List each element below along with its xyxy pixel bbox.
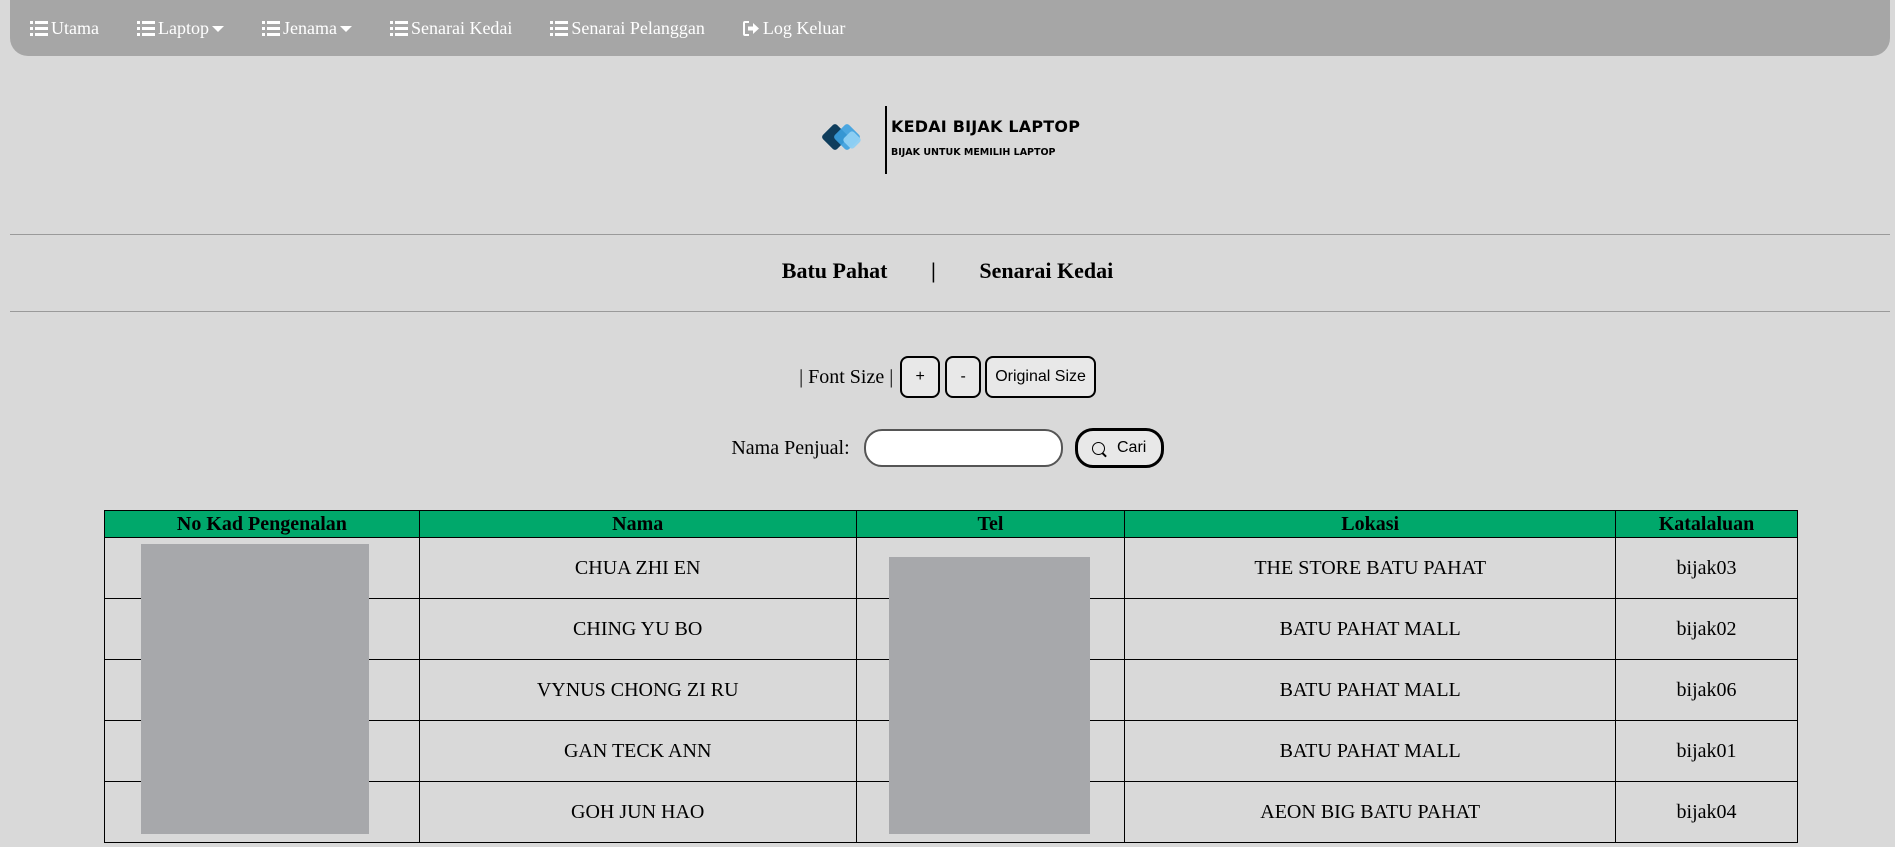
nav-senarai-kedai-label: Senarai Kedai — [410, 17, 513, 38]
header-lokasi: Lokasi — [1124, 510, 1617, 538]
nav-jenama-dropdown[interactable]: Jenama — [261, 17, 352, 39]
nama-cell: GAN TECK ANN — [418, 720, 857, 782]
katalaluan-cell: bijak04 — [1615, 781, 1798, 843]
header-ic: No Kad Pengenalan — [104, 510, 420, 538]
logo-title: KEDAI BIJAK LAPTOP — [891, 117, 1081, 136]
nav-senarai-kedai[interactable]: Senarai Kedai — [389, 17, 513, 39]
diamond-logo-icon — [822, 124, 861, 150]
nav-laptop-dropdown[interactable]: Laptop — [136, 17, 224, 39]
katalaluan-cell: bijak06 — [1615, 659, 1798, 721]
lokasi-cell: THE STORE BATU PAHAT — [1124, 537, 1617, 599]
lokasi-cell: AEON BIG BATU PAHAT — [1124, 781, 1617, 843]
nav-senarai-pelanggan[interactable]: Senarai Pelanggan — [550, 17, 705, 39]
search-icon — [1091, 441, 1105, 455]
redaction-tel — [889, 557, 1090, 834]
nama-cell: CHING YU BO — [418, 598, 857, 660]
nav-utama[interactable]: Utama — [30, 18, 99, 39]
nav-jenama-label: Jenama — [282, 17, 337, 38]
katalaluan-cell: bijak03 — [1615, 537, 1798, 599]
list-icon — [30, 20, 48, 36]
list-icon — [550, 20, 569, 36]
caret-down-icon — [211, 26, 224, 32]
logo-subtitle: BIJAK UNTUK MEMILIH LAPTOP — [891, 147, 1056, 158]
top-navbar: Utama Laptop Jenama Senarai Kedai Senara… — [10, 0, 1890, 56]
list-icon — [389, 20, 408, 36]
header-nama: Nama — [418, 510, 857, 538]
search-label: Nama Penjual: — [731, 436, 850, 459]
katalaluan-cell: bijak02 — [1615, 598, 1798, 660]
subnav-separator: | — [931, 258, 936, 283]
font-size-label: | Font Size | — [799, 365, 894, 388]
header-katalaluan: Katalaluan — [1615, 510, 1798, 538]
search-input[interactable] — [863, 429, 1063, 467]
search-button-label: Cari — [1116, 439, 1147, 456]
divider-bottom — [10, 311, 1890, 312]
nama-cell: GOH JUN HAO — [418, 781, 857, 843]
lokasi-cell: BATU PAHAT MALL — [1124, 659, 1617, 721]
nav-utama-label: Utama — [51, 17, 99, 38]
search-button[interactable]: Cari — [1074, 428, 1164, 468]
subnav: Batu Pahat | Senarai Kedai — [0, 258, 1895, 284]
redaction-ic — [141, 544, 369, 834]
brand-logo: KEDAI BIJAK LAPTOP BIJAK UNTUK MEMILIH L… — [815, 103, 1080, 177]
header-tel: Tel — [855, 510, 1126, 538]
nav-senarai-pelanggan-label: Senarai Pelanggan — [571, 17, 705, 38]
logout-icon — [742, 20, 759, 36]
nav-laptop-label: Laptop — [157, 17, 209, 38]
list-icon — [136, 20, 155, 36]
font-decrease-button[interactable]: - — [945, 356, 982, 398]
list-icon — [261, 20, 280, 36]
search-bar: Nama Penjual: Cari — [0, 428, 1895, 468]
lokasi-cell: BATU PAHAT MALL — [1124, 720, 1617, 782]
lokasi-cell: BATU PAHAT MALL — [1124, 598, 1617, 660]
katalaluan-cell: bijak01 — [1615, 720, 1798, 782]
nav-log-keluar[interactable]: Log Keluar — [742, 17, 846, 39]
subnav-location[interactable]: Batu Pahat — [782, 258, 888, 284]
table-header-row: No Kad Pengenalan Nama Tel Lokasi Katala… — [104, 510, 1798, 538]
logo-divider — [885, 106, 887, 174]
subnav-page[interactable]: Senarai Kedai — [979, 258, 1113, 284]
caret-down-icon — [339, 26, 352, 32]
nama-cell: CHUA ZHI EN — [418, 537, 857, 599]
font-reset-button[interactable]: Original Size — [985, 356, 1096, 398]
nav-log-keluar-label: Log Keluar — [762, 17, 846, 38]
nama-cell: VYNUS CHONG ZI RU — [418, 659, 857, 721]
font-increase-button[interactable]: + — [900, 356, 941, 398]
divider-top — [10, 234, 1890, 235]
font-size-controls: | Font Size | + - Original Size — [0, 356, 1895, 398]
